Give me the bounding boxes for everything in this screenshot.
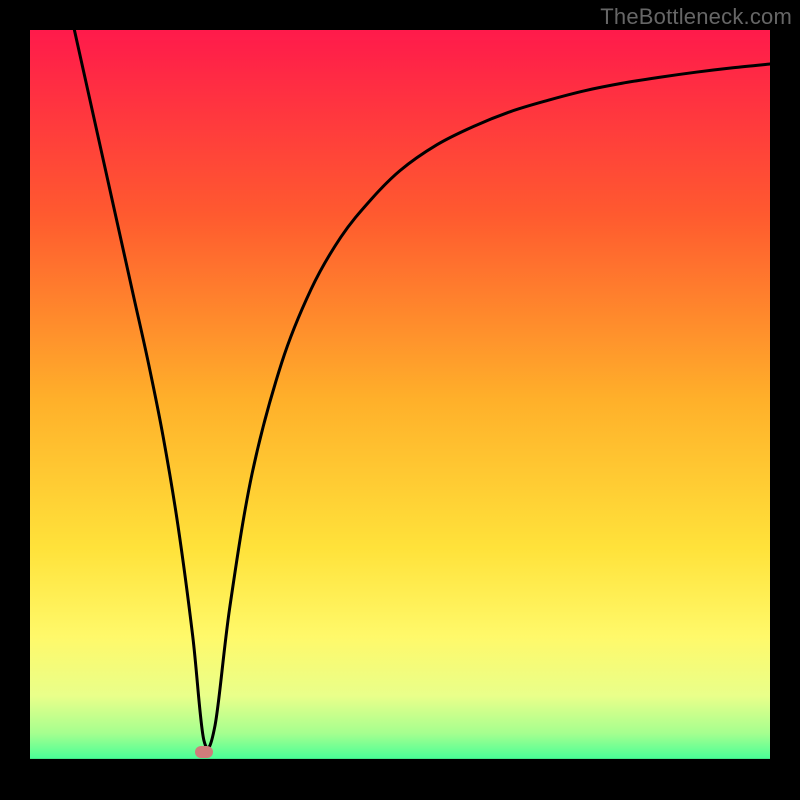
watermark-text: TheBottleneck.com — [600, 4, 792, 30]
optimum-marker — [195, 746, 213, 758]
plot-area — [30, 30, 770, 770]
plot-frame — [30, 30, 770, 770]
bottleneck-curve — [30, 30, 770, 770]
